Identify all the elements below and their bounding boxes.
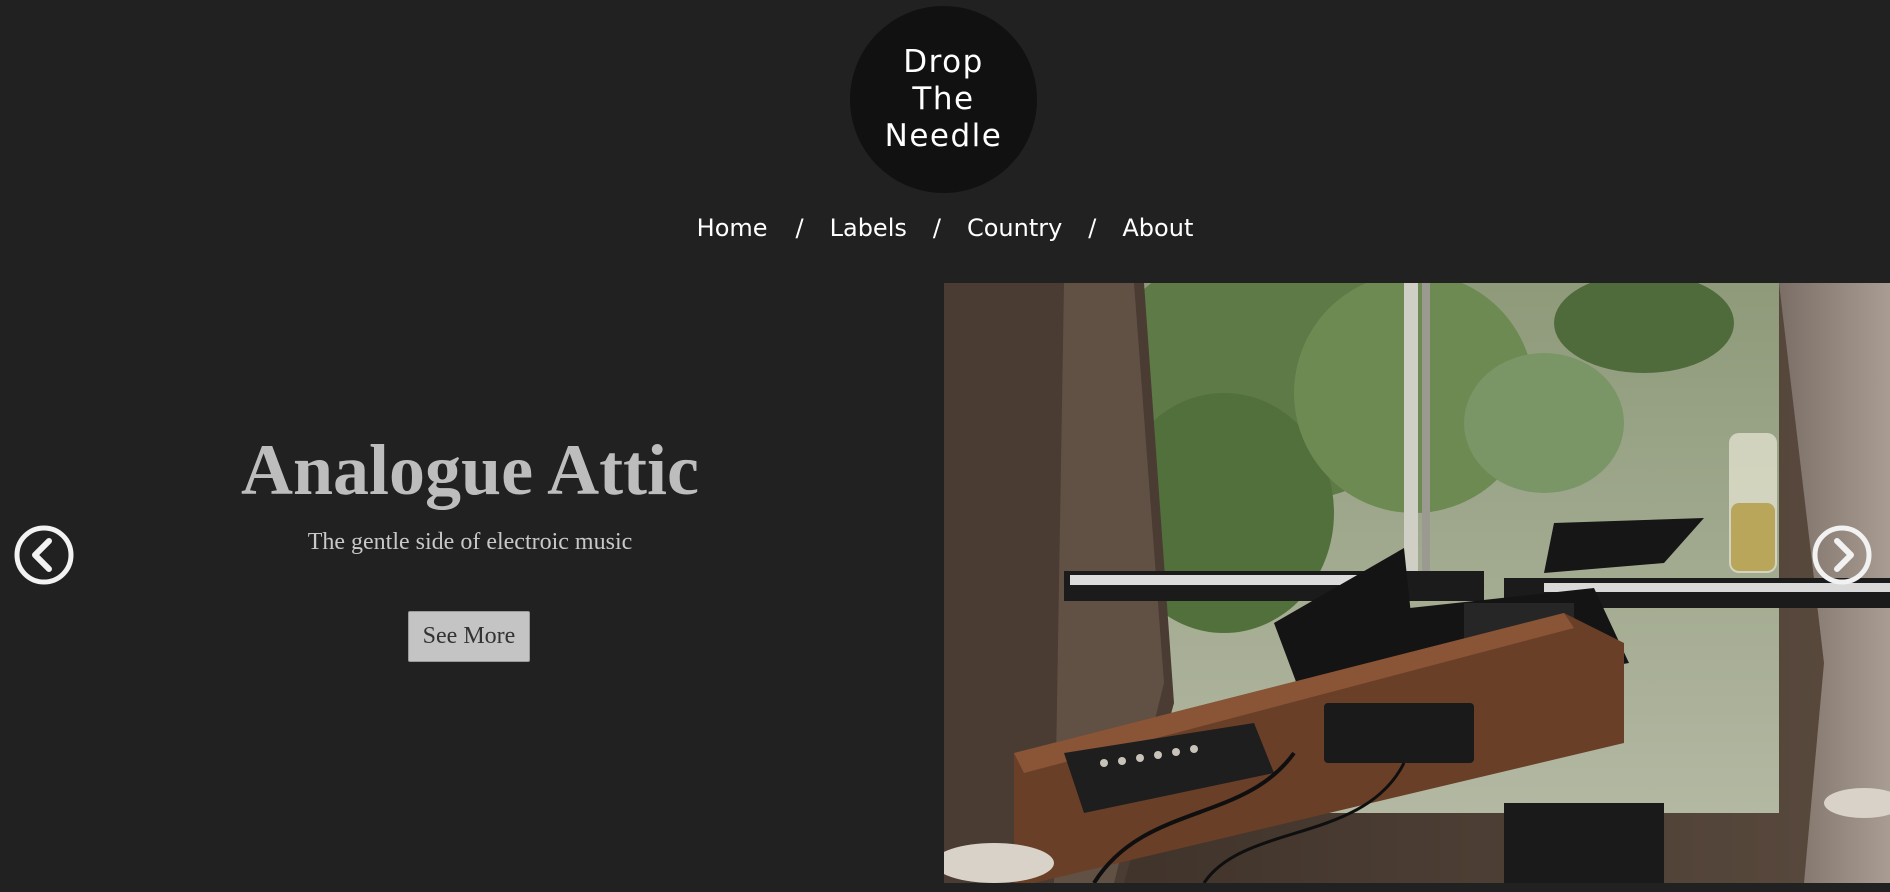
studio-photo xyxy=(944,283,1890,883)
main-nav: Home / Labels / Country / About xyxy=(0,214,1890,242)
nav-country[interactable]: Country xyxy=(967,214,1062,242)
logo-line-1: Drop xyxy=(903,44,984,80)
page: Drop The Needle Home / Labels / Country … xyxy=(0,0,1890,892)
slide-subtitle: The gentle side of electroic music xyxy=(307,529,633,555)
slide-title: Analogue Attic xyxy=(241,430,699,510)
logo-line-3: Needle xyxy=(884,118,1003,154)
nav-home[interactable]: Home xyxy=(697,214,768,242)
nav-separator: / xyxy=(932,214,941,242)
see-more-button[interactable]: See More xyxy=(408,611,530,662)
slide-image xyxy=(944,283,1890,883)
logo-line-2: The xyxy=(912,81,975,117)
site-logo[interactable]: Drop The Needle xyxy=(850,6,1037,193)
nav-about[interactable]: About xyxy=(1122,214,1193,242)
chevron-right-circle-icon[interactable] xyxy=(1811,524,1873,586)
nav-separator: / xyxy=(1088,214,1097,242)
hero-slider: Analogue Attic The gentle side of electr… xyxy=(0,283,1890,883)
nav-separator: / xyxy=(795,214,804,242)
slide-text: Analogue Attic The gentle side of electr… xyxy=(0,283,940,883)
nav-labels[interactable]: Labels xyxy=(830,214,907,242)
chevron-left-circle-icon[interactable] xyxy=(13,524,75,586)
